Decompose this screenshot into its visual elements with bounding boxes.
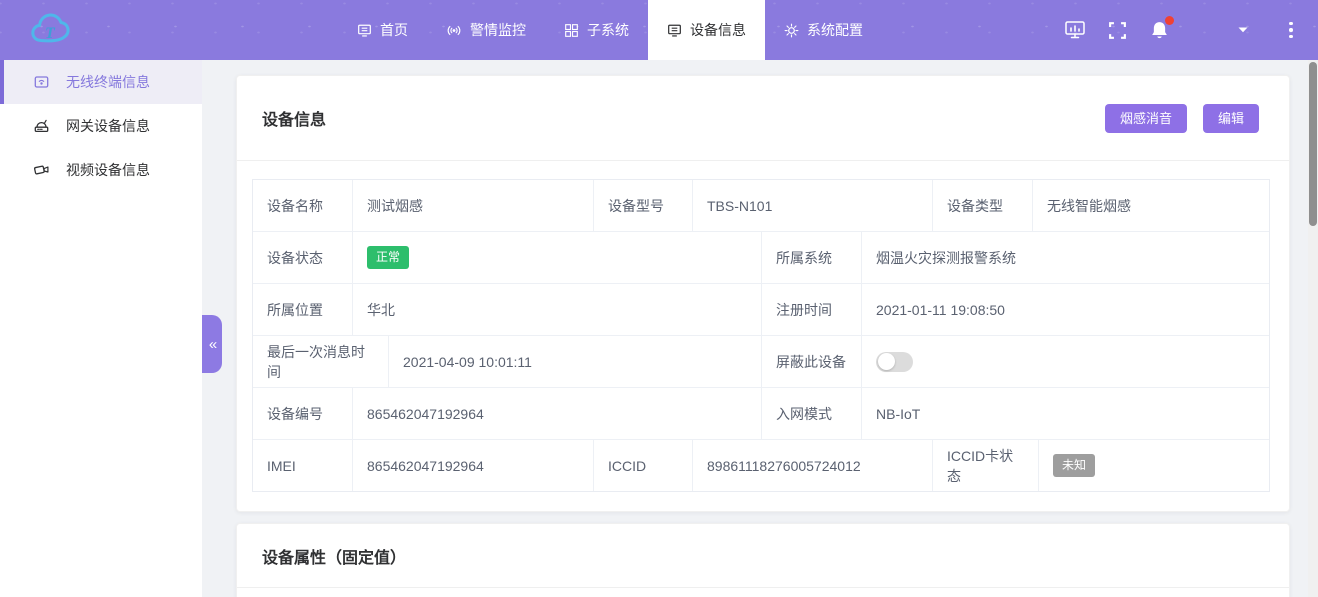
device-info-card: 设备信息 烟感消音 编辑 设备名称 测试烟感 设备型号 TBS-N101 设备类… [236, 75, 1290, 512]
table-row: 设备编号 865462047192964 入网模式 NB-IoT [253, 388, 1269, 440]
video-camera-icon [33, 162, 50, 178]
device-info-card-body: 设备名称 测试烟感 设备型号 TBS-N101 设备类型 无线智能烟感 设备状态… [237, 161, 1289, 511]
navbar-actions [1044, 0, 1318, 60]
fullscreen-icon [1108, 21, 1127, 40]
device-attributes-card: 设备属性（固定值） [236, 523, 1290, 597]
sidebar-collapse-button[interactable]: « [202, 315, 222, 373]
device-attributes-card-header: 设备属性（固定值） [237, 524, 1289, 588]
field-label: 设备名称 [253, 180, 353, 231]
caret-down-icon [1237, 26, 1249, 34]
edit-button[interactable]: 编辑 [1203, 104, 1259, 133]
sidebar-item-gateway[interactable]: 网关设备信息 [0, 104, 202, 148]
main-menu: 首页 警情监控 子系统 设备信息 [338, 0, 882, 60]
field-value: 测试烟感 [353, 180, 594, 231]
field-label: ICCID卡状态 [933, 440, 1039, 491]
more-options-button[interactable] [1280, 19, 1302, 41]
field-label: 注册时间 [762, 284, 862, 335]
field-value: 未知 [1039, 440, 1269, 491]
gateway-icon [33, 118, 50, 134]
iccid-status-badge: 未知 [1053, 454, 1095, 476]
cloud-logo-icon: T [28, 11, 74, 49]
field-label: ICCID [594, 440, 693, 491]
field-value: 华北 [353, 284, 762, 335]
sidebar-item-wireless-terminal[interactable]: 无线终端信息 [0, 60, 202, 104]
sidebar-item-video[interactable]: 视频设备信息 [0, 148, 202, 192]
fullscreen-button[interactable] [1106, 19, 1128, 41]
nav-item-device-info[interactable]: 设备信息 [648, 0, 765, 60]
device-info-table: 设备名称 测试烟感 设备型号 TBS-N101 设备类型 无线智能烟感 设备状态… [252, 179, 1270, 492]
field-value: NB-IoT [862, 388, 1269, 439]
device-info-card-header: 设备信息 烟感消音 编辑 [237, 76, 1289, 161]
field-label: 设备状态 [253, 232, 353, 283]
field-label: 最后一次消息时间 [253, 336, 389, 387]
field-value: 烟温火灾探测报警系统 [862, 232, 1269, 283]
scrollbar-thumb[interactable] [1309, 62, 1317, 226]
field-value: TBS-N101 [693, 180, 933, 231]
wireless-terminal-icon [33, 74, 50, 90]
table-row: IMEI 865462047192964 ICCID 8986111827600… [253, 440, 1269, 491]
top-navbar: T 首页 警情监控 子系统 [0, 0, 1318, 60]
field-value: 2021-04-09 10:01:11 [389, 336, 762, 387]
main-content: 设备信息 烟感消音 编辑 设备名称 测试烟感 设备型号 TBS-N101 设备类… [202, 60, 1318, 597]
sidebar-item-label: 网关设备信息 [66, 116, 150, 136]
field-value: 865462047192964 [353, 388, 762, 439]
field-value: 无线智能烟感 [1033, 180, 1269, 231]
table-row: 最后一次消息时间 2021-04-09 10:01:11 屏蔽此设备 [253, 336, 1269, 388]
notification-dot [1165, 16, 1174, 25]
page-title: 设备信息 [262, 106, 326, 130]
card-actions: 烟感消音 编辑 [1105, 104, 1259, 133]
vertical-scrollbar [1308, 60, 1318, 597]
field-label: 所属系统 [762, 232, 862, 283]
field-value: 2021-01-11 19:08:50 [862, 284, 1269, 335]
table-row: 设备名称 测试烟感 设备型号 TBS-N101 设备类型 无线智能烟感 [253, 180, 1269, 232]
field-label: 设备型号 [594, 180, 693, 231]
dashboard-icon [1064, 20, 1086, 40]
nav-item-system-config[interactable]: 系统配置 [765, 0, 882, 60]
field-value: 865462047192964 [353, 440, 594, 491]
page-layout: 无线终端信息 网关设备信息 视频设备信息 « 设备信息 [0, 60, 1318, 597]
nav-item-alarm-monitor[interactable]: 警情监控 [427, 0, 545, 60]
field-label: IMEI [253, 440, 353, 491]
block-device-toggle[interactable] [876, 352, 913, 372]
user-menu-button[interactable] [1232, 19, 1254, 41]
dashboard-button[interactable] [1064, 19, 1086, 41]
field-label: 设备类型 [933, 180, 1033, 231]
table-row: 设备状态 正常 所属系统 烟温火灾探测报警系统 [253, 232, 1269, 284]
notifications-button[interactable] [1148, 19, 1170, 41]
toggle-knob [878, 353, 895, 370]
gear-icon [784, 23, 799, 38]
field-value [862, 336, 1269, 387]
chevron-double-left-icon: « [209, 336, 215, 353]
svg-text:T: T [45, 25, 56, 42]
broadcast-icon [446, 23, 462, 38]
sidebar-item-label: 无线终端信息 [66, 72, 150, 92]
kebab-icon [1289, 22, 1293, 39]
nav-item-home[interactable]: 首页 [338, 0, 427, 60]
status-badge: 正常 [367, 246, 409, 268]
field-label: 屏蔽此设备 [762, 336, 862, 387]
nav-item-label: 系统配置 [807, 20, 863, 40]
sidebar-item-label: 视频设备信息 [66, 160, 150, 180]
field-value: 89861118276005724012 [693, 440, 933, 491]
device-info-icon [667, 23, 682, 38]
field-label: 所属位置 [253, 284, 353, 335]
nav-item-label: 首页 [380, 20, 408, 40]
nav-item-label: 警情监控 [470, 20, 526, 40]
nav-item-label: 设备信息 [690, 20, 746, 40]
field-label: 入网模式 [762, 388, 862, 439]
subsystem-icon [564, 23, 579, 38]
sidebar: 无线终端信息 网关设备信息 视频设备信息 [0, 60, 202, 597]
home-icon [357, 23, 372, 38]
table-row: 所属位置 华北 注册时间 2021-01-11 19:08:50 [253, 284, 1269, 336]
field-value: 正常 [353, 232, 762, 283]
section-title: 设备属性（固定值） [262, 544, 406, 568]
field-label: 设备编号 [253, 388, 353, 439]
nav-item-label: 子系统 [587, 20, 629, 40]
smoke-mute-button[interactable]: 烟感消音 [1105, 104, 1187, 133]
nav-item-subsystem[interactable]: 子系统 [545, 0, 648, 60]
app-logo: T [0, 0, 120, 60]
